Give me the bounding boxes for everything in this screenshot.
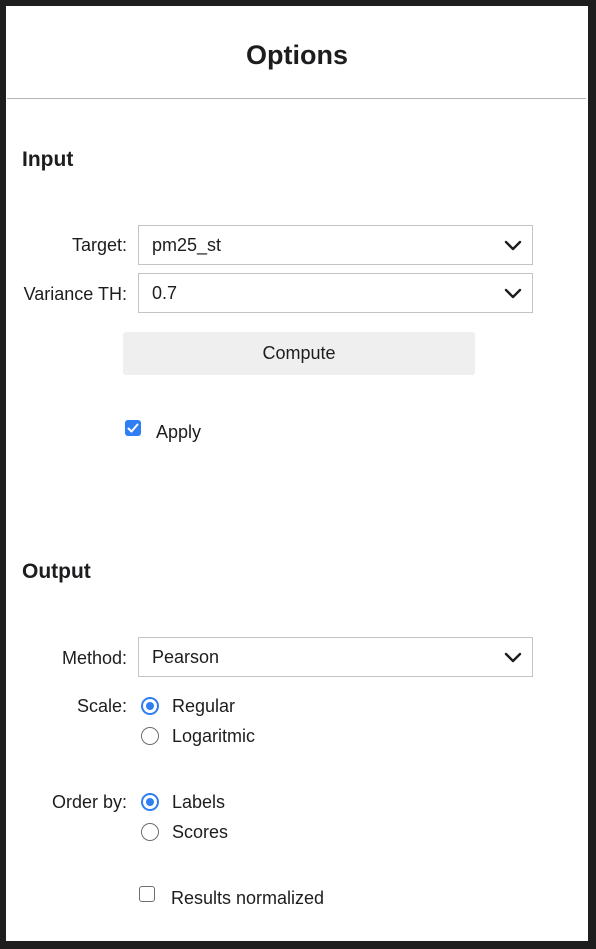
target-select[interactable]: pm25_st xyxy=(138,225,533,265)
apply-label[interactable]: Apply xyxy=(156,422,201,443)
variance-select[interactable]: 0.7 xyxy=(138,273,533,313)
options-panel: Options Input Target: pm25_st Variance T… xyxy=(6,6,588,941)
results-normalized-checkbox[interactable] xyxy=(139,886,155,902)
target-label: Target: xyxy=(71,235,127,255)
page-title: Options xyxy=(246,40,348,70)
scale-regular-radio[interactable] xyxy=(141,697,159,715)
output-heading: Output xyxy=(22,560,91,583)
order-scores-radio[interactable] xyxy=(141,823,159,841)
scale-label: Scale: xyxy=(76,696,127,716)
results-normalized-label[interactable]: Results normalized xyxy=(171,888,324,909)
chevron-down-icon xyxy=(504,652,522,663)
order-labels-label[interactable]: Labels xyxy=(172,792,225,813)
order-by-label: Order by: xyxy=(51,792,127,812)
scale-regular-label[interactable]: Regular xyxy=(172,696,235,717)
apply-checkbox[interactable] xyxy=(125,420,141,436)
input-heading: Input xyxy=(22,148,74,171)
order-labels-radio[interactable] xyxy=(141,793,159,811)
method-label: Method: xyxy=(61,648,127,668)
method-select[interactable]: Pearson xyxy=(138,637,533,677)
scale-logaritmic-radio[interactable] xyxy=(141,727,159,745)
order-scores-label[interactable]: Scores xyxy=(172,822,228,843)
chevron-down-icon xyxy=(504,240,522,251)
variance-label: Variance TH: xyxy=(23,284,127,304)
chevron-down-icon xyxy=(504,288,522,299)
method-select-value: Pearson xyxy=(152,647,220,667)
target-select-value: pm25_st xyxy=(152,235,222,255)
checkmark-icon xyxy=(127,423,139,433)
compute-button[interactable]: Compute xyxy=(123,332,475,375)
scale-logaritmic-label[interactable]: Logaritmic xyxy=(172,726,255,747)
title-divider xyxy=(7,98,586,99)
variance-select-value: 0.7 xyxy=(152,283,178,303)
